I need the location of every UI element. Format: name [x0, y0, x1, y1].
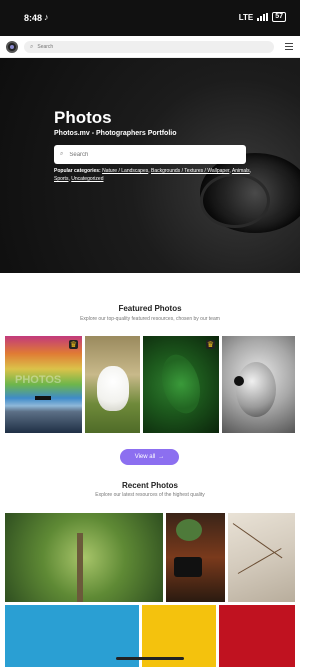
search-icon: ⌕	[30, 43, 34, 50]
featured-photo-leaves[interactable]: ♛	[143, 336, 219, 433]
hero-banner: Photos Photos.mv - Photographers Portfol…	[0, 58, 300, 273]
hero-search-input[interactable]	[69, 151, 230, 158]
search-icon: ⌕	[60, 151, 64, 157]
category-link-backgrounds[interactable]: Backgrounds / Textures / Wallpaper	[151, 168, 229, 174]
status-right: LTE 57	[239, 12, 286, 22]
plant-shape	[176, 519, 202, 541]
arrow-right-icon: →	[158, 454, 165, 460]
featured-subtitle: Explore our top-quality featured resourc…	[80, 316, 220, 322]
category-link-nature[interactable]: Nature / Landscapes	[102, 168, 148, 174]
top-nav: ⌕	[0, 36, 300, 58]
tree-trunk	[77, 533, 83, 602]
boat-shape	[35, 396, 51, 400]
popular-label: Popular categories:	[54, 168, 101, 174]
home-indicator[interactable]	[116, 657, 184, 660]
notification-icon: ♪	[44, 12, 49, 22]
photo-watermark: PHOTOS	[15, 374, 62, 386]
view-all-button[interactable]: View all →	[120, 449, 179, 465]
battery-icon: 57	[272, 12, 286, 22]
status-bar: 8:48 ♪ LTE 57	[0, 0, 300, 36]
category-link-animals[interactable]: Animals	[232, 168, 250, 174]
page-subtitle: Photos.mv - Photographers Portfolio	[54, 130, 177, 137]
featured-photo-parrot[interactable]	[222, 336, 295, 433]
recent-photo-camera-table[interactable]	[166, 513, 225, 602]
branch-shape	[237, 548, 282, 574]
menu-icon[interactable]	[285, 43, 293, 50]
nav-search-input[interactable]	[37, 44, 238, 50]
branch-shape	[232, 523, 283, 559]
nav-search-bar[interactable]: ⌕	[24, 41, 274, 53]
featured-photo-rainbow[interactable]: PHOTOS ♛	[5, 336, 82, 433]
cat-shape	[97, 366, 129, 411]
recent-photo-red[interactable]	[219, 605, 295, 667]
recent-photo-branches[interactable]	[228, 513, 295, 602]
parrot-beak	[234, 376, 244, 386]
leaf-shape	[155, 350, 207, 418]
category-link-sports[interactable]: Sports	[54, 176, 68, 182]
recent-title: Recent Photos	[121, 481, 178, 490]
category-link-uncategorized[interactable]: Uncategorized	[71, 176, 103, 182]
popular-categories: Popular categories: Nature / Landscapes,…	[54, 168, 252, 182]
status-time: 8:48	[24, 13, 43, 23]
signal-icon	[257, 13, 269, 21]
network-label: LTE	[238, 12, 254, 22]
recent-photo-jungle[interactable]	[5, 513, 163, 602]
parrot-shape	[236, 362, 276, 417]
hero-search-bar[interactable]: ⌕	[54, 145, 246, 164]
view-all-label: View all	[134, 454, 156, 460]
page-title: Photos	[54, 108, 112, 127]
site-logo[interactable]	[6, 41, 18, 53]
crown-icon: ♛	[205, 340, 215, 349]
crown-icon: ♛	[68, 340, 78, 349]
camera-shape	[174, 557, 202, 577]
featured-photo-cat[interactable]	[85, 336, 140, 433]
recent-subtitle: Explore our latest resources of the high…	[95, 492, 205, 498]
featured-title: Featured Photos	[118, 304, 182, 313]
